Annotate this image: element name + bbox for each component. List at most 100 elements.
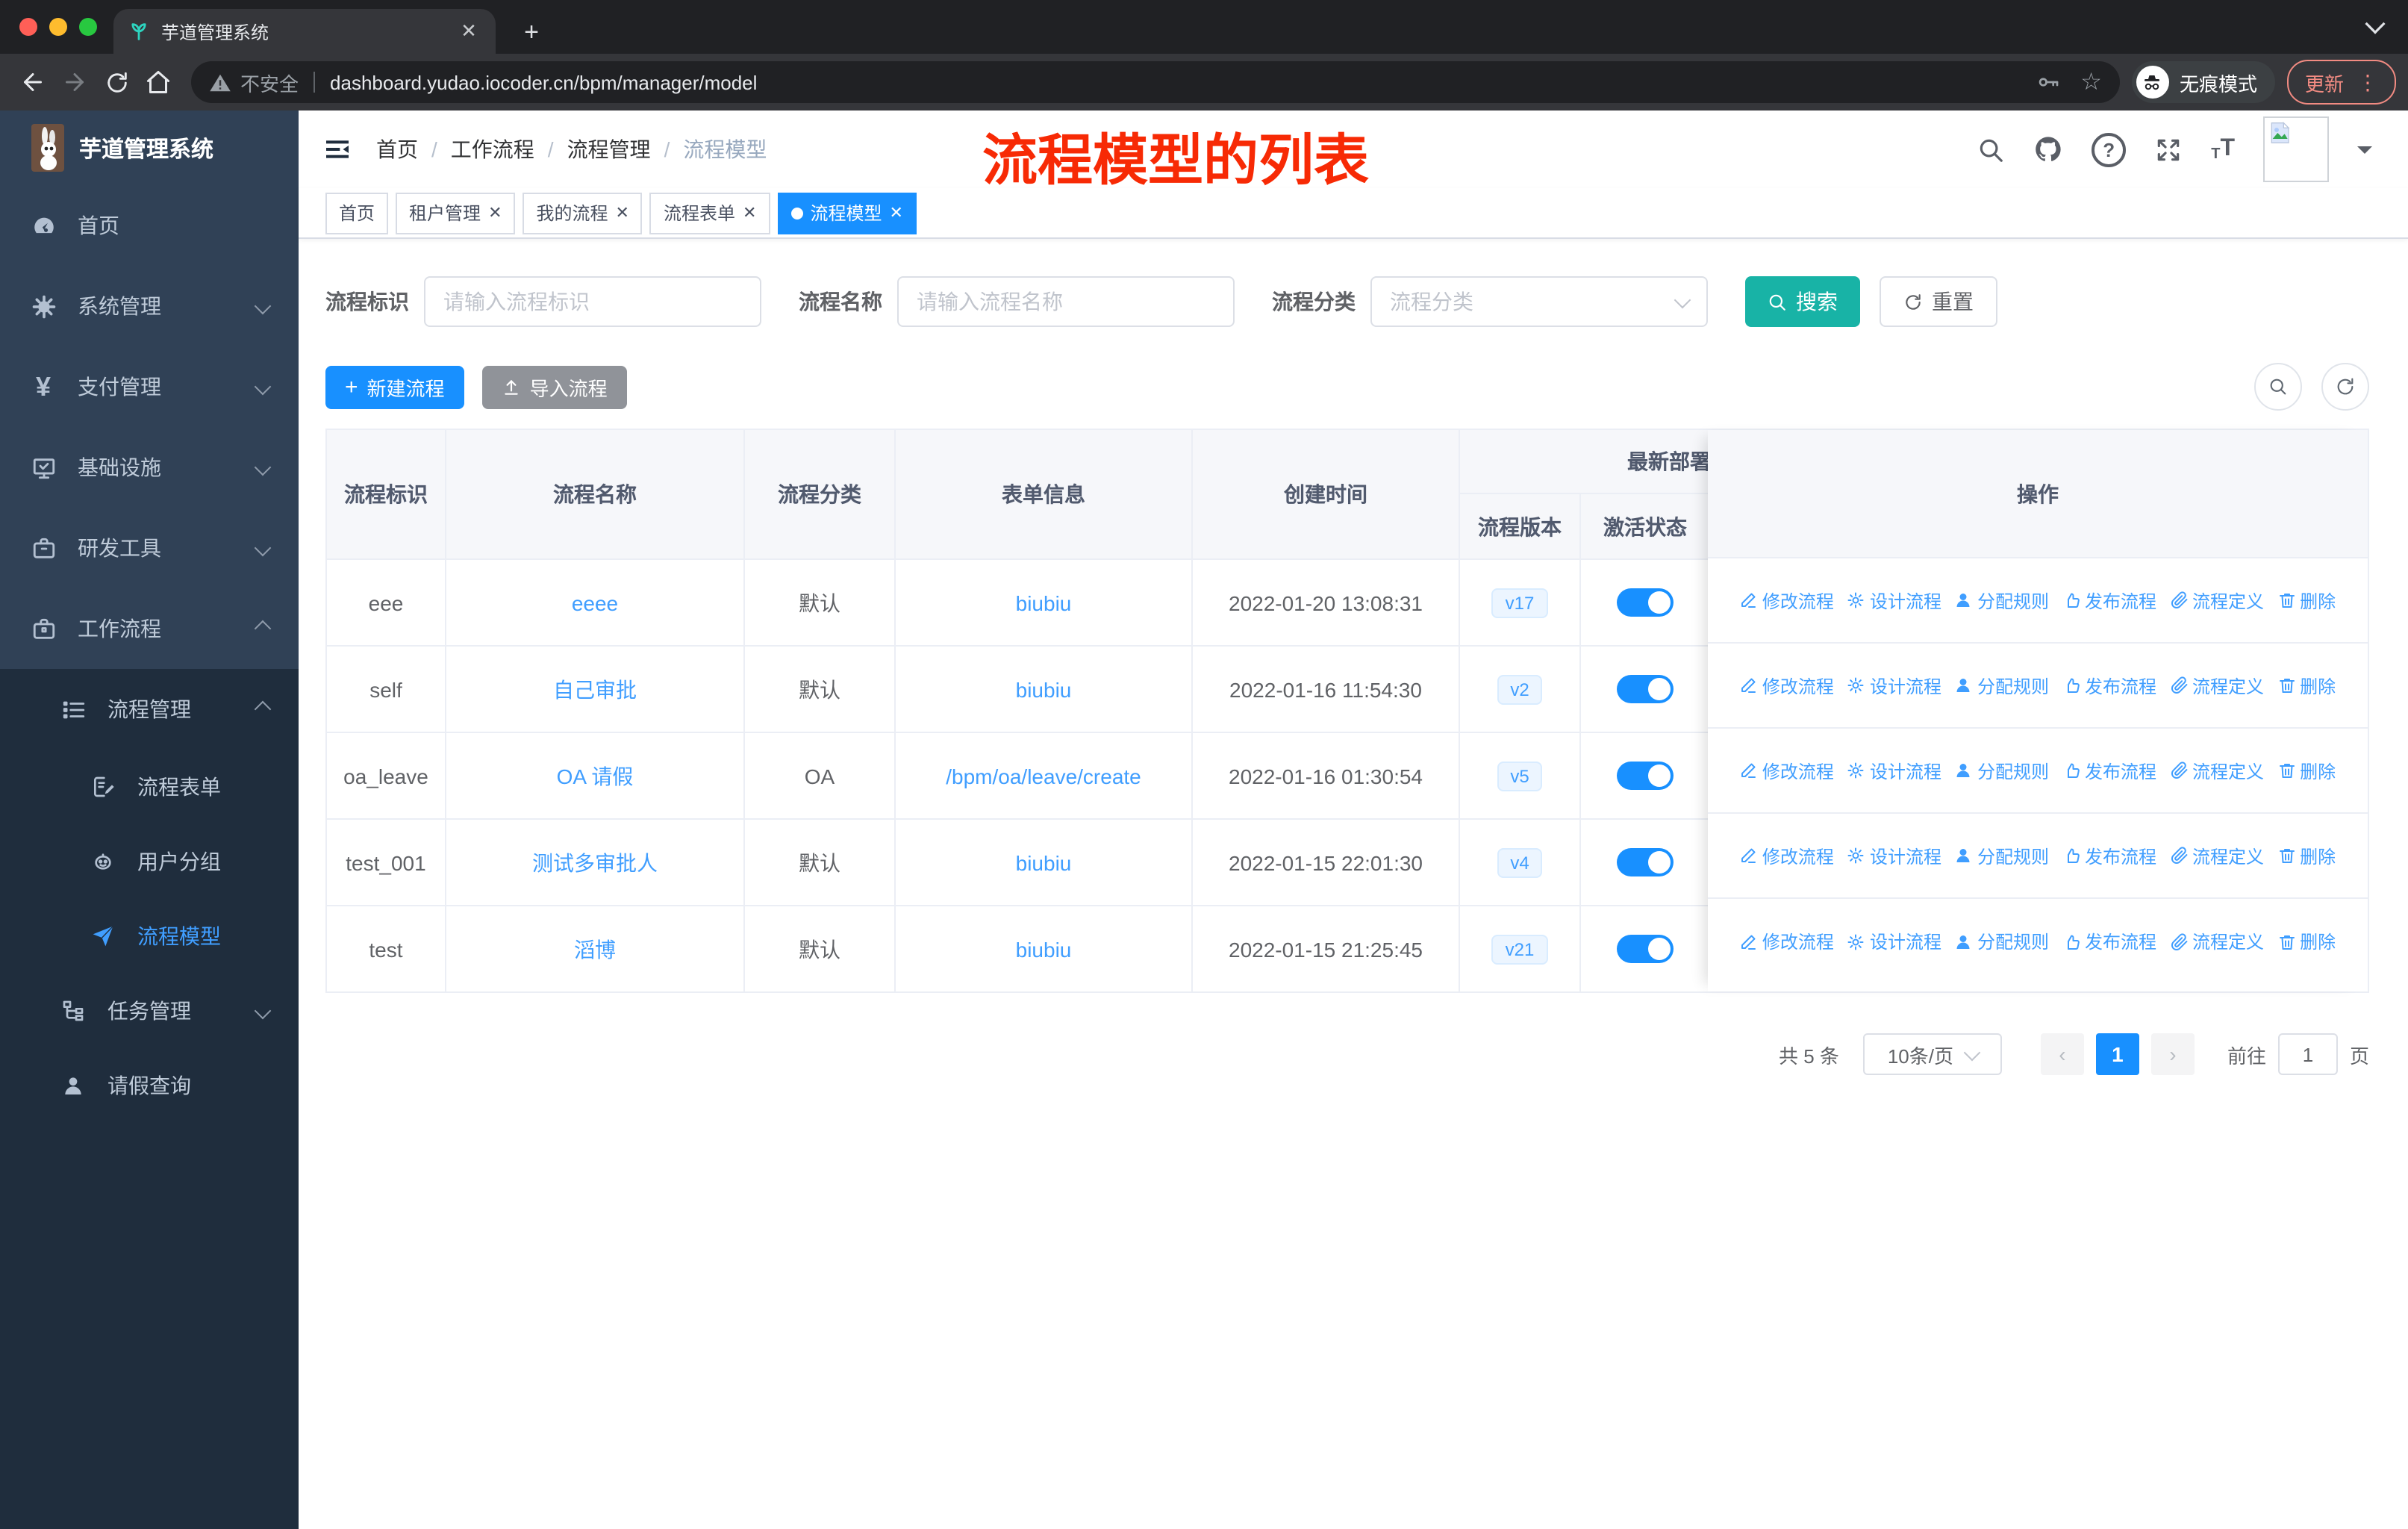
tag-my-process[interactable]: 我的流程 ✕	[523, 192, 643, 234]
page-size-select[interactable]: 10条/页	[1862, 1033, 2002, 1075]
design-process-action[interactable]: 设计流程	[1847, 843, 1941, 868]
font-size-icon[interactable]: TT	[2211, 136, 2235, 163]
cell-form-link[interactable]: /bpm/oa/leave/create	[946, 764, 1141, 788]
delete-process-action[interactable]: 删除	[2277, 929, 2336, 954]
tag-process-form[interactable]: 流程表单 ✕	[649, 192, 770, 234]
version-badge[interactable]: v4	[1497, 847, 1543, 877]
create-process-button[interactable]: + 新建流程	[325, 365, 464, 408]
edit-process-action[interactable]: 修改流程	[1740, 758, 1834, 783]
edit-process-action[interactable]: 修改流程	[1740, 843, 1834, 868]
tab-search-chevron-icon[interactable]	[2365, 13, 2386, 34]
goto-page-input[interactable]	[2277, 1033, 2338, 1075]
process-id-input[interactable]	[424, 276, 761, 327]
active-toggle[interactable]	[1617, 762, 1674, 790]
refresh-table-button[interactable]	[2321, 363, 2369, 411]
url-text[interactable]: dashboard.yudao.iocoder.cn/bpm/manager/m…	[330, 71, 757, 93]
process-definition-action[interactable]: 流程定义	[2170, 588, 2264, 613]
edit-process-action[interactable]: 修改流程	[1740, 929, 1834, 954]
breadcrumb-home[interactable]: 首页	[376, 134, 418, 164]
sidebar-item-home[interactable]: 首页	[0, 185, 299, 266]
page-1-button[interactable]: 1	[2095, 1033, 2139, 1075]
help-icon[interactable]: ?	[2092, 132, 2127, 166]
sidebar-item-devtools[interactable]: 研发工具	[0, 508, 299, 588]
cell-form-link[interactable]: biubiu	[1016, 850, 1072, 874]
publish-process-action[interactable]: 发布流程	[2062, 588, 2156, 613]
bookmark-star-icon[interactable]: ☆	[2080, 67, 2102, 97]
design-process-action[interactable]: 设计流程	[1847, 673, 1941, 698]
process-definition-action[interactable]: 流程定义	[2170, 843, 2264, 868]
sidebar-item-process-model[interactable]: 流程模型	[0, 899, 299, 974]
sidebar-item-user-group[interactable]: 用户分组	[0, 824, 299, 899]
github-icon[interactable]	[2033, 134, 2063, 164]
maximize-window-button[interactable]	[79, 18, 97, 36]
sidebar-item-leave-query[interactable]: 请假查询	[0, 1048, 299, 1123]
back-button[interactable]	[12, 61, 54, 103]
version-badge[interactable]: v2	[1497, 674, 1543, 704]
process-definition-action[interactable]: 流程定义	[2170, 929, 2264, 954]
collapse-sidebar-icon[interactable]	[322, 134, 352, 164]
browser-menu-icon[interactable]: ⋮	[2357, 69, 2378, 95]
forward-button[interactable]	[54, 61, 96, 103]
close-icon[interactable]: ✕	[616, 203, 629, 222]
prev-page-button[interactable]: ‹	[2040, 1033, 2084, 1075]
close-icon[interactable]: ✕	[488, 203, 502, 222]
delete-process-action[interactable]: 删除	[2277, 588, 2336, 613]
design-process-action[interactable]: 设计流程	[1847, 588, 1941, 613]
security-label[interactable]: 不安全	[240, 68, 299, 96]
publish-process-action[interactable]: 发布流程	[2062, 843, 2156, 868]
tag-tenant[interactable]: 租户管理 ✕	[396, 192, 516, 234]
delete-process-action[interactable]: 删除	[2277, 758, 2336, 783]
process-definition-action[interactable]: 流程定义	[2170, 758, 2264, 783]
new-tab-button[interactable]: +	[514, 18, 549, 48]
cell-process-name-link[interactable]: eeee	[572, 591, 618, 614]
process-name-input[interactable]	[897, 276, 1235, 327]
assign-rule-action[interactable]: 分配规则	[1955, 929, 2049, 954]
search-button[interactable]: 搜索	[1745, 276, 1860, 327]
minimize-window-button[interactable]	[49, 18, 67, 36]
sidebar-item-task-management[interactable]: 任务管理	[0, 974, 299, 1048]
window-controls[interactable]	[19, 18, 97, 36]
close-icon[interactable]: ✕	[889, 203, 902, 222]
delete-process-action[interactable]: 删除	[2277, 673, 2336, 698]
avatar-caret-icon[interactable]	[2357, 146, 2372, 161]
sidebar-item-process-form[interactable]: 流程表单	[0, 750, 299, 824]
cell-process-name-link[interactable]: 滔博	[574, 934, 616, 964]
sidebar-item-infrastructure[interactable]: 基础设施	[0, 427, 299, 508]
not-secure-warning-icon[interactable]	[209, 71, 231, 93]
search-icon[interactable]	[1977, 135, 2005, 164]
reset-button[interactable]: 重置	[1880, 276, 1997, 327]
assign-rule-action[interactable]: 分配规则	[1955, 588, 2049, 613]
close-icon[interactable]: ✕	[743, 203, 756, 222]
reload-button[interactable]	[96, 61, 137, 103]
sidebar-item-process-management[interactable]: 流程管理	[0, 669, 299, 750]
version-badge[interactable]: v17	[1491, 588, 1548, 617]
process-category-select[interactable]: 流程分类	[1370, 276, 1708, 327]
cell-form-link[interactable]: biubiu	[1016, 591, 1072, 614]
browser-tab[interactable]: 芋道管理系统 ✕	[113, 9, 496, 54]
tag-home[interactable]: 首页	[325, 192, 389, 234]
active-toggle[interactable]	[1617, 848, 1674, 876]
design-process-action[interactable]: 设计流程	[1847, 929, 1941, 954]
update-browser-button[interactable]: 更新 ⋮	[2286, 60, 2396, 105]
tag-process-model[interactable]: 流程模型 ✕	[777, 192, 917, 234]
cell-process-name-link[interactable]: OA 请假	[557, 761, 634, 791]
delete-process-action[interactable]: 删除	[2277, 843, 2336, 868]
assign-rule-action[interactable]: 分配规则	[1955, 673, 2049, 698]
cell-form-link[interactable]: biubiu	[1016, 677, 1072, 701]
design-process-action[interactable]: 设计流程	[1847, 758, 1941, 783]
sidebar-item-workflow[interactable]: 工作流程	[0, 588, 299, 669]
publish-process-action[interactable]: 发布流程	[2062, 929, 2156, 954]
key-icon[interactable]	[2036, 70, 2059, 94]
home-button[interactable]	[137, 61, 179, 103]
sidebar-item-payment[interactable]: ¥ 支付管理	[0, 346, 299, 427]
cell-form-link[interactable]: biubiu	[1016, 937, 1072, 961]
process-definition-action[interactable]: 流程定义	[2170, 673, 2264, 698]
edit-process-action[interactable]: 修改流程	[1740, 673, 1834, 698]
avatar[interactable]	[2263, 116, 2329, 182]
cell-process-name-link[interactable]: 自己审批	[553, 674, 637, 704]
assign-rule-action[interactable]: 分配规则	[1955, 758, 2049, 783]
url-bar[interactable]: 不安全 dashboard.yudao.iocoder.cn/bpm/manag…	[191, 61, 2120, 103]
show-search-button[interactable]	[2254, 363, 2302, 411]
close-window-button[interactable]	[19, 18, 37, 36]
publish-process-action[interactable]: 发布流程	[2062, 673, 2156, 698]
